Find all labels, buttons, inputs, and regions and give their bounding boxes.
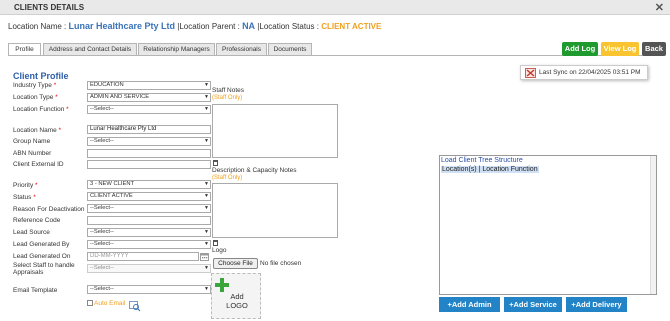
load-client-tree-link[interactable]: Load Client Tree Structure (441, 157, 523, 164)
trash-icon[interactable] (213, 160, 218, 166)
staff-notes-staff-only: (Staff Only) (212, 95, 243, 101)
priority-label: Priority * (13, 182, 38, 189)
view-log-button[interactable]: View Log (601, 42, 639, 56)
logo-label: Logo (212, 247, 227, 254)
chevron-down-icon: ▼ (204, 94, 209, 100)
add-delivery-button[interactable]: +Add Delivery (566, 297, 627, 312)
sync-error-icon (525, 68, 536, 78)
lead-source-label: Lead Source (13, 229, 50, 236)
client-profile-heading: Client Profile (13, 71, 69, 81)
description-notes-staff-only: (Staff Only) (212, 175, 243, 181)
status-select[interactable]: CLIENT ACTIVE ▼ (87, 192, 211, 201)
location-function-label: Location Function * (13, 106, 69, 113)
window-title: CLIENTS DETAILS (14, 3, 85, 12)
abn-number-input[interactable] (87, 149, 211, 158)
auto-email-checkbox[interactable] (87, 300, 93, 306)
chevron-down-icon: ▼ (204, 265, 209, 271)
staff-appraisals-label: Select Staff to handle Appraisals (13, 262, 75, 276)
group-name-label: Group Name (13, 138, 51, 145)
no-file-chosen-text: No file chosen (260, 260, 302, 267)
lead-generated-by-label: Lead Generated By (13, 241, 70, 248)
tree-header-row: Location(s) | Location Function (441, 166, 539, 173)
location-type-select[interactable]: ADMIN AND SERVICE ▼ (87, 93, 211, 102)
window-titlebar: CLIENTS DETAILS ✕ (0, 0, 670, 15)
last-sync-indicator: Last Sync on 22/04/2025 03:51 PM (520, 65, 648, 80)
location-status-value: CLIENT ACTIVE (321, 22, 382, 31)
client-external-id-input[interactable] (87, 160, 211, 169)
add-admin-button[interactable]: +Add Admin (439, 297, 500, 312)
email-template-label: Email Template (13, 287, 58, 294)
reason-deactivation-label: Reason For Deactivation (13, 206, 85, 213)
lead-generated-on-label: Lead Generated On (13, 253, 71, 260)
location-parent-value: NA (242, 21, 256, 31)
description-notes-label: Description & Capacity Notes (212, 167, 297, 174)
lead-generated-by-select[interactable]: --Select-- ▼ (87, 240, 211, 249)
chevron-down-icon: ▼ (204, 106, 209, 112)
preview-search-icon[interactable] (129, 301, 141, 312)
priority-select[interactable]: 3 - NEW CLIENT ▼ (87, 180, 211, 189)
location-function-select[interactable]: --Select-- ▼ (87, 105, 211, 114)
plus-icon (215, 278, 229, 292)
add-logo-text-2: LOGO (226, 301, 248, 310)
location-name-label: Location Name : (8, 22, 67, 31)
email-template-select[interactable]: --Select-- ▼ (87, 285, 211, 294)
add-logo-text-1: Add (230, 292, 244, 301)
status-label: Status * (13, 194, 36, 201)
location-name-value: Lunar Healthcare Pty Ltd (68, 21, 176, 31)
auto-email-label: Auto Email (94, 300, 126, 307)
industry-type-label: Industry Type * (13, 82, 57, 89)
reference-code-input[interactable] (87, 216, 211, 225)
last-sync-text: Last Sync on 22/04/2025 03:51 PM (539, 69, 641, 76)
tree-scrollbar[interactable] (650, 156, 656, 294)
add-service-button[interactable]: +Add Service (504, 297, 562, 312)
chevron-down-icon: ▼ (204, 193, 209, 199)
add-logo-dropzone[interactable]: Add LOGO (211, 273, 261, 319)
abn-number-label: ABN Number (13, 150, 52, 157)
calendar-icon[interactable] (200, 252, 209, 261)
add-log-button[interactable]: Add Log (562, 42, 598, 56)
staff-appraisals-select[interactable]: --Select-- ▼ (87, 264, 211, 273)
group-name-select[interactable]: --Select-- ▼ (87, 137, 211, 146)
location-status-label: |Location Status : (257, 22, 319, 31)
staff-notes-textarea[interactable] (212, 104, 338, 158)
trash-icon[interactable] (213, 240, 218, 246)
choose-file-button[interactable]: Choose File (213, 258, 258, 269)
close-icon[interactable]: ✕ (655, 1, 664, 14)
location-name-field-label: Location Name * (13, 127, 62, 134)
lead-generated-on-input[interactable]: DD-MM-YYYY (87, 252, 199, 261)
back-button[interactable]: Back (642, 42, 666, 56)
client-tree-panel: Load Client Tree Structure Location(s) |… (439, 155, 657, 295)
chevron-down-icon: ▼ (204, 229, 209, 235)
description-notes-textarea[interactable] (212, 183, 338, 238)
chevron-down-icon: ▼ (204, 241, 209, 247)
staff-notes-label: Staff Notes (212, 87, 245, 94)
location-name-input[interactable]: Lunar Healthcare Pty Ltd (87, 125, 211, 134)
industry-type-select[interactable]: EDUCATION ▼ (87, 81, 211, 90)
lead-source-select[interactable]: --Select-- ▼ (87, 228, 211, 237)
location-parent-label: |Location Parent : (177, 22, 240, 31)
chevron-down-icon: ▼ (204, 181, 209, 187)
reference-code-label: Reference Code (13, 217, 61, 224)
chevron-down-icon: ▼ (204, 82, 209, 88)
location-type-label: Location Type * (13, 94, 58, 101)
location-info-line: Location Name : Lunar Healthcare Pty Ltd… (8, 21, 381, 31)
reason-deactivation-select[interactable]: --Select-- ▼ (87, 204, 211, 213)
client-external-id-label: Client External ID (13, 161, 64, 168)
chevron-down-icon: ▼ (204, 138, 209, 144)
chevron-down-icon: ▼ (204, 286, 209, 292)
chevron-down-icon: ▼ (204, 205, 209, 211)
